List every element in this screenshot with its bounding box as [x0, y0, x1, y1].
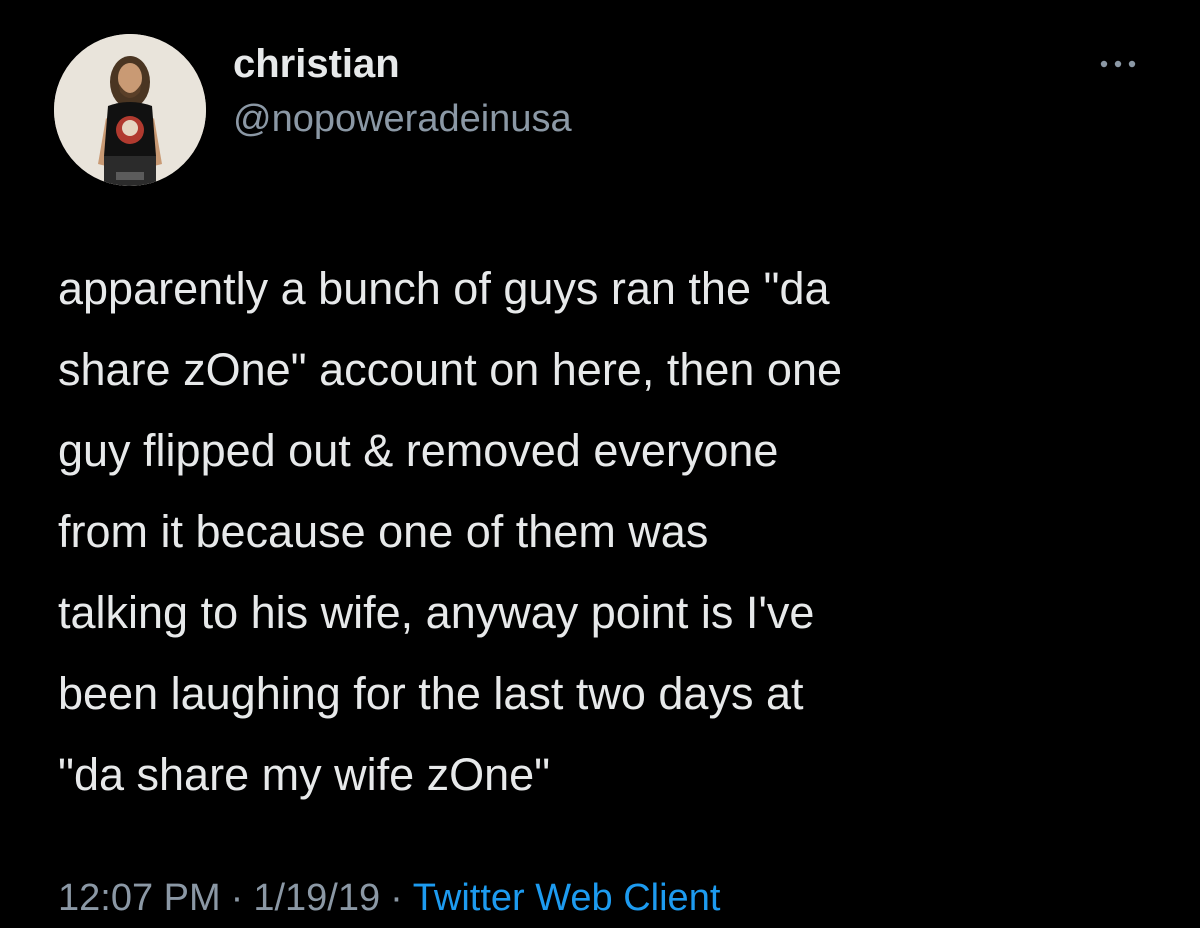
tweet-metadata: 12:07 PM · 1/19/19 · Twitter Web Client [58, 874, 720, 922]
author-handle[interactable]: @nopoweradeinusa [233, 96, 572, 142]
tweet-text: apparently a bunch of guys ran the "da s… [58, 263, 843, 800]
tweet-time[interactable]: 12:07 PM [58, 877, 221, 919]
separator: · [390, 877, 403, 919]
client-link[interactable]: Twitter Web Client [413, 877, 721, 919]
profile-photo [54, 34, 206, 186]
author-name[interactable]: christian [233, 40, 400, 88]
tweet: christian @nopoweradeinusa apparently a … [0, 0, 1200, 928]
tweet-date[interactable]: 1/19/19 [253, 877, 380, 919]
more-horizontal-icon [1100, 60, 1136, 68]
more-options-button[interactable] [1090, 48, 1146, 80]
separator: · [230, 877, 244, 919]
avatar[interactable] [54, 34, 206, 186]
